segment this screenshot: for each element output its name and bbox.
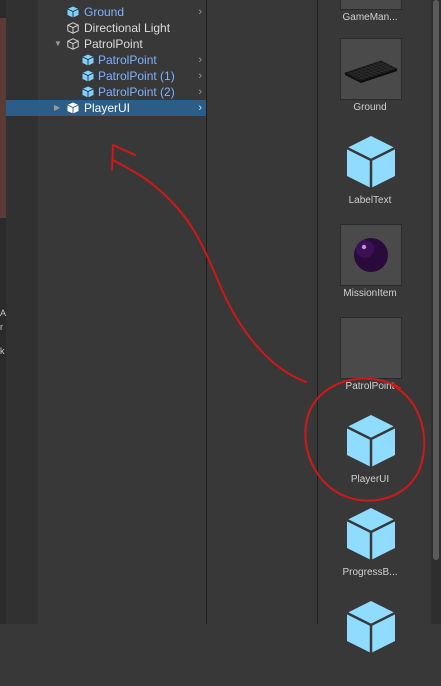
annotation-circle: [304, 377, 426, 502]
annotation-arrow-line: [112, 159, 307, 383]
red-annotation-overlay: [111, 144, 426, 502]
